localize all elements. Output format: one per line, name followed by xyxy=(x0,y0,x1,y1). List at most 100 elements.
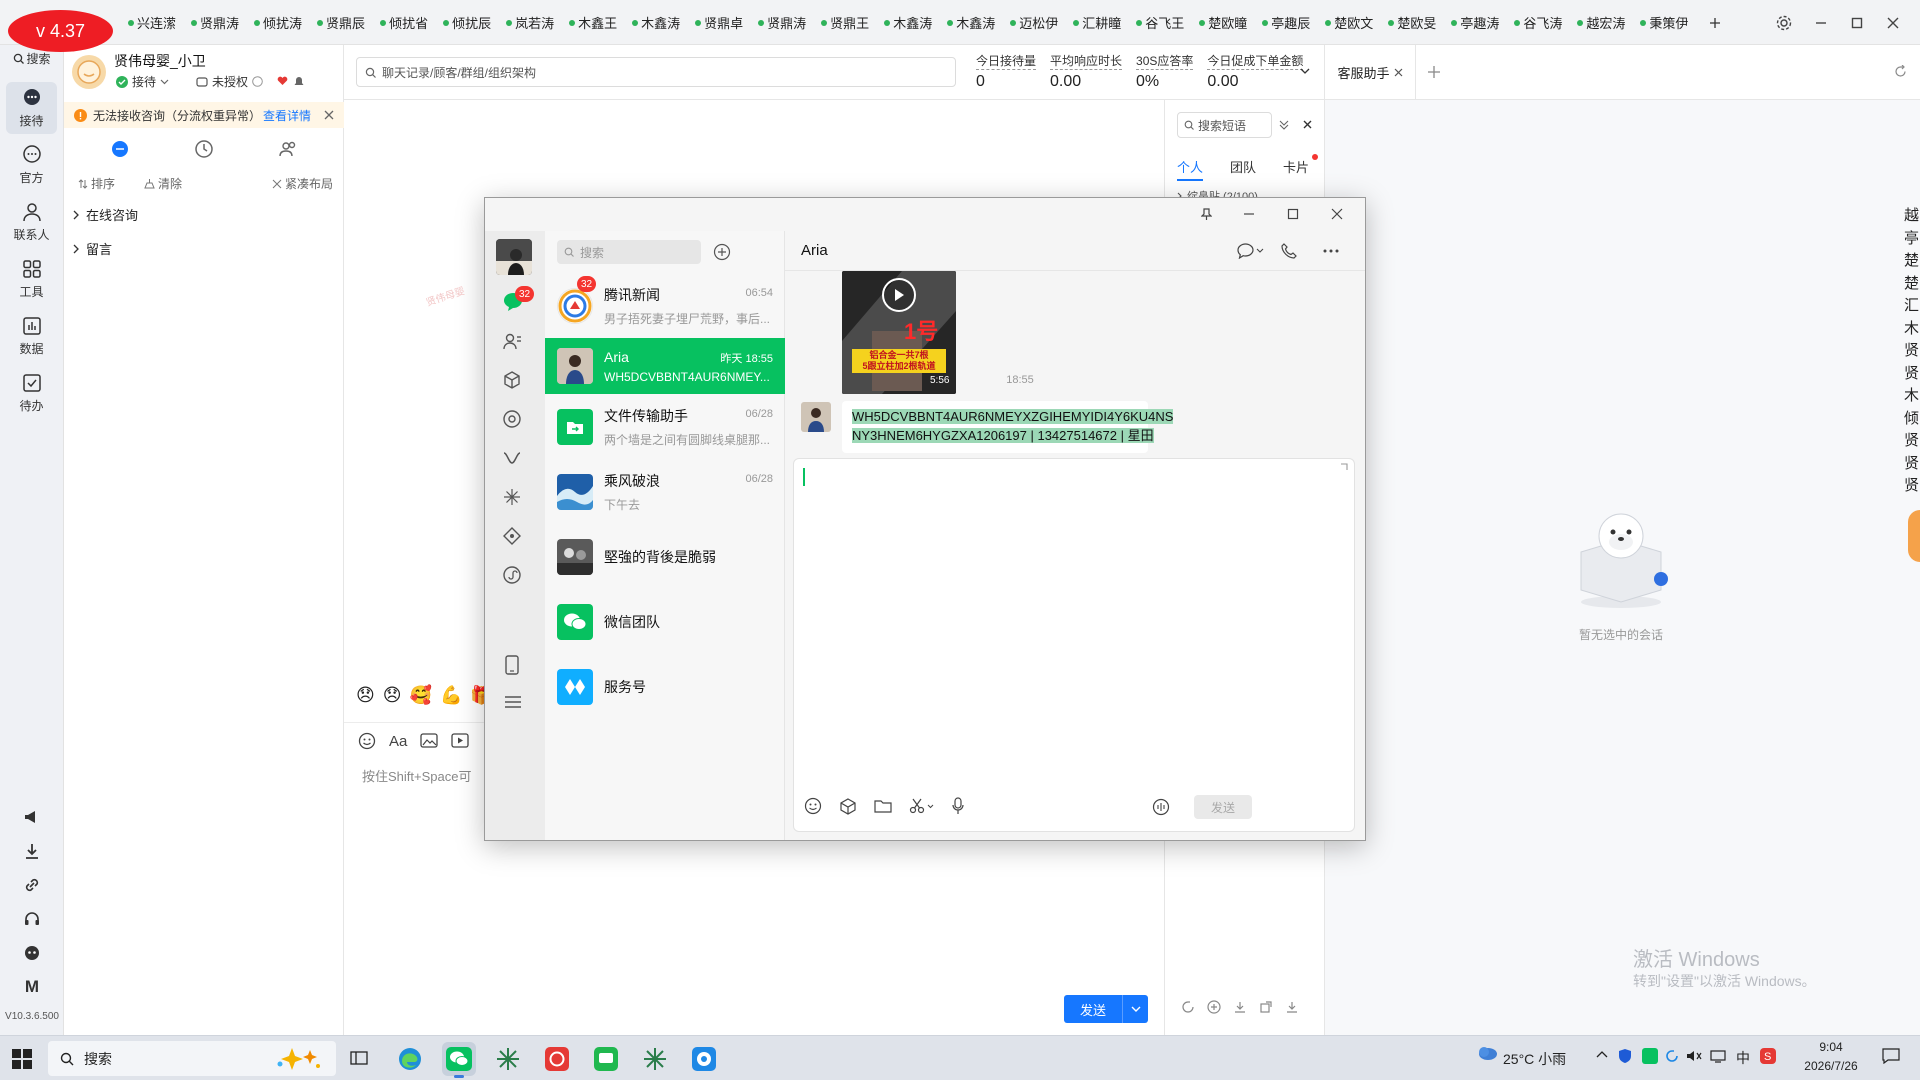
global-search-box[interactable]: 聊天记录/顾客/群组/组织架构 xyxy=(356,57,956,87)
conversation-item-selected[interactable]: Aria WH5DCVBBNT4AUR6NMEY... 昨天 18:55 xyxy=(545,338,785,394)
pin-icon[interactable] xyxy=(1201,208,1212,221)
mini-program-icon[interactable] xyxy=(502,565,522,585)
shop-tab[interactable]: 楚欧文 xyxy=(1325,13,1373,32)
wechat-taskbar-icon[interactable] xyxy=(442,1042,476,1078)
user-avatar[interactable] xyxy=(496,239,532,275)
voice-input-icon[interactable] xyxy=(1152,798,1170,816)
send-button[interactable]: 发送 xyxy=(1064,995,1122,1023)
weather-text[interactable]: 25°C 小雨 xyxy=(1503,1049,1566,1069)
app-star-icon[interactable] xyxy=(491,1042,525,1076)
sync-icon[interactable] xyxy=(1664,1048,1680,1064)
network-icon[interactable] xyxy=(1710,1048,1726,1064)
close-icon[interactable] xyxy=(1331,208,1343,220)
clock-date[interactable]: 2026/7/26 xyxy=(1786,1059,1876,1073)
close-icon[interactable] xyxy=(324,110,334,120)
folder-icon[interactable] xyxy=(874,798,892,814)
sogou-ime-icon[interactable]: S xyxy=(1760,1048,1776,1064)
windows-start-icon[interactable] xyxy=(12,1049,32,1069)
add-circle-icon[interactable] xyxy=(713,243,731,261)
phrase-search-box[interactable]: 搜索短语 xyxy=(1177,112,1272,138)
maximize-icon[interactable] xyxy=(1850,16,1864,30)
close-icon[interactable] xyxy=(1303,120,1312,129)
emoji-icon[interactable]: 😞 xyxy=(356,685,375,706)
link-icon[interactable] xyxy=(20,873,44,897)
tab-personal[interactable]: 个人 xyxy=(1177,157,1204,181)
conversation-item[interactable]: 32 腾讯新闻 男子捂死妻子埋尸荒野，事后... 06:54 xyxy=(545,273,785,338)
shop-tab[interactable]: 木鑫涛 xyxy=(947,13,995,32)
shop-tab[interactable]: 楚欧旻 xyxy=(1388,13,1436,32)
shop-tab[interactable]: 倾扰涛 xyxy=(254,13,302,32)
weather-cloud-icon[interactable] xyxy=(1476,1045,1498,1063)
shop-tab[interactable]: 亭趣涛 xyxy=(1451,13,1499,32)
scissors-icon[interactable] xyxy=(909,798,934,814)
agent-avatar[interactable] xyxy=(72,55,106,89)
shop-tab[interactable]: 楚欧瞳 xyxy=(1199,13,1247,32)
shield-icon[interactable] xyxy=(1618,1048,1632,1064)
shop-tab[interactable]: 谷飞王 xyxy=(1136,13,1184,32)
channels-icon[interactable] xyxy=(502,448,522,468)
shop-tab[interactable]: 木鑫王 xyxy=(569,13,617,32)
shop-tab[interactable]: 贤鼎涛 xyxy=(758,13,806,32)
shop-tab[interactable]: 兴连潆 xyxy=(128,13,176,32)
emoji-icon[interactable]: 💪 xyxy=(440,685,462,706)
shop-tab[interactable]: 谷飞涛 xyxy=(1514,13,1562,32)
tab-team[interactable]: 团队 xyxy=(1230,157,1256,176)
bell-icon[interactable] xyxy=(294,76,304,87)
share-icon[interactable] xyxy=(1259,1000,1273,1014)
shop-tab[interactable]: 贤鼎辰 xyxy=(317,13,365,32)
close-icon[interactable] xyxy=(1886,16,1900,30)
app-qianniu-icon[interactable] xyxy=(687,1042,721,1076)
emoji-icon[interactable]: 🥰 xyxy=(410,685,432,706)
smile-icon[interactable] xyxy=(358,732,376,750)
app-red-circle-icon[interactable] xyxy=(540,1042,574,1076)
shop-tab[interactable]: 越宏涛 xyxy=(1577,13,1625,32)
chevron-up-icon[interactable] xyxy=(1596,1050,1608,1058)
megaphone-icon[interactable] xyxy=(20,805,44,829)
phone-icon[interactable] xyxy=(504,655,520,675)
shop-tab[interactable]: 秉策伊 xyxy=(1640,13,1688,32)
rail-item-todo[interactable]: 待办 xyxy=(6,367,57,419)
global-search-input[interactable]: 聊天记录/顾客/群组/组织架构 xyxy=(382,64,536,81)
metrics-expand-chevron-icon[interactable] xyxy=(1300,67,1310,75)
download-icon[interactable] xyxy=(20,839,44,863)
notification-icon[interactable] xyxy=(1882,1048,1900,1064)
box-icon[interactable] xyxy=(839,797,857,815)
download-icon[interactable] xyxy=(1285,1000,1299,1014)
shop-tab[interactable]: 贤鼎涛 xyxy=(191,13,239,32)
chat-options-dropdown[interactable] xyxy=(1237,243,1264,259)
group-online-consult[interactable]: 在线咨询 xyxy=(72,205,138,224)
wechat-send-button[interactable]: 发送 xyxy=(1194,795,1252,819)
input-hint[interactable]: 按住Shift+Space可 xyxy=(362,766,471,785)
add-circle-icon[interactable] xyxy=(1207,1000,1221,1014)
box-icon[interactable] xyxy=(502,370,522,390)
smile-icon[interactable] xyxy=(804,797,822,815)
shop-tab[interactable]: 亭趣辰 xyxy=(1262,13,1310,32)
headset-icon[interactable] xyxy=(20,907,44,931)
wechat-search-box[interactable]: 搜索 xyxy=(557,240,701,264)
emoji-strip[interactable]: 😞 😞 🥰 💪 🎁 xyxy=(356,685,493,706)
wechat-search-input[interactable]: 搜索 xyxy=(580,244,604,261)
sparkle-icon[interactable] xyxy=(502,487,522,507)
warning-detail-link[interactable]: 查看详情 xyxy=(263,107,311,124)
conversation-item[interactable]: 微信团队 xyxy=(545,589,785,654)
rail-item-official[interactable]: 官方 xyxy=(6,139,57,191)
more-icon[interactable] xyxy=(1323,249,1339,253)
auth-status[interactable]: 未授权 xyxy=(196,73,263,90)
shop-tab[interactable]: 汇耕瞳 xyxy=(1073,13,1121,32)
add-tab-icon[interactable] xyxy=(1427,65,1441,79)
input-method-indicator[interactable]: 中 xyxy=(1736,1048,1750,1068)
speaker-muted-icon[interactable] xyxy=(1686,1048,1702,1064)
contacts-tab-icon[interactable] xyxy=(502,331,522,351)
import-icon[interactable] xyxy=(1233,1000,1247,1014)
shop-tab[interactable]: 木鑫涛 xyxy=(632,13,680,32)
shop-tab[interactable]: 木鑫涛 xyxy=(884,13,932,32)
wechat-tray-icon[interactable] xyxy=(1642,1048,1658,1064)
current-chats-tab-icon[interactable] xyxy=(110,139,130,159)
shop-tab[interactable]: 倾扰省 xyxy=(380,13,428,32)
shop-tab[interactable]: 倾扰辰 xyxy=(443,13,491,32)
shop-tab[interactable]: 贤鼎王 xyxy=(821,13,869,32)
close-icon[interactable] xyxy=(1394,68,1403,77)
taskbar-search-box[interactable]: 搜索 xyxy=(48,1041,336,1076)
settings-icon[interactable] xyxy=(1776,15,1792,31)
rail-item-data[interactable]: 数据 xyxy=(6,310,57,362)
